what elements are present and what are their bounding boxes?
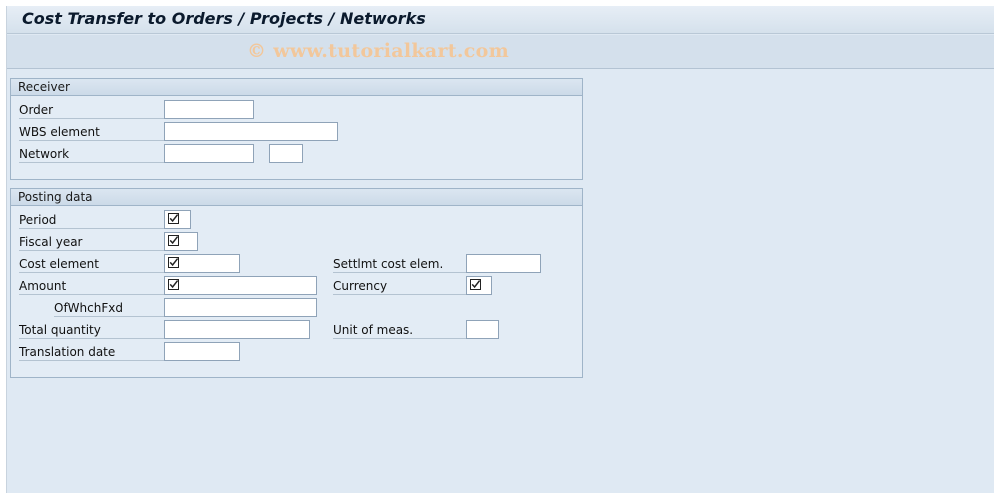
fiscal-year-label: Fiscal year xyxy=(19,233,164,251)
cost-element-label: Cost element xyxy=(19,255,164,273)
amount-input[interactable] xyxy=(164,276,317,295)
settlement-cost-element-label: Settlmt cost elem. xyxy=(333,255,466,273)
posting-data-group: Posting data Period Fiscal year Cost ele… xyxy=(10,188,583,378)
unit-of-measure-label: Unit of meas. xyxy=(333,321,466,339)
settlement-cost-element-input[interactable] xyxy=(466,254,541,273)
wbs-element-label: WBS element xyxy=(19,123,164,141)
currency-label: Currency xyxy=(333,277,466,295)
network-input[interactable] xyxy=(164,144,254,163)
amount-label: Amount xyxy=(19,277,164,295)
receiver-group-title: Receiver xyxy=(18,80,70,94)
total-quantity-input[interactable] xyxy=(164,320,310,339)
watermark: © www.tutorialkart.com xyxy=(247,40,510,62)
required-checkbox-icon xyxy=(168,257,179,268)
wbs-element-input[interactable] xyxy=(164,122,338,141)
of-which-fixed-label: OfWhchFxd xyxy=(54,299,164,317)
receiver-group-header: Receiver xyxy=(11,79,582,96)
posting-data-group-header: Posting data xyxy=(11,189,582,206)
required-checkbox-icon xyxy=(168,279,179,290)
currency-input[interactable] xyxy=(466,276,492,295)
network-label: Network xyxy=(19,145,164,163)
period-label: Period xyxy=(19,211,164,229)
order-label: Order xyxy=(19,101,164,119)
fiscal-year-input[interactable] xyxy=(164,232,198,251)
receiver-group: Receiver Order WBS element Network xyxy=(10,78,583,180)
translation-date-input[interactable] xyxy=(164,342,240,361)
required-checkbox-icon xyxy=(168,235,179,246)
required-checkbox-icon xyxy=(470,279,481,290)
posting-data-group-title: Posting data xyxy=(18,190,93,204)
sap-screen: Cost Transfer to Orders / Projects / Net… xyxy=(6,6,994,493)
required-checkbox-icon xyxy=(168,213,179,224)
order-input[interactable] xyxy=(164,100,254,119)
cost-element-input[interactable] xyxy=(164,254,240,273)
network-activity-input[interactable] xyxy=(269,144,303,163)
page-title: Cost Transfer to Orders / Projects / Net… xyxy=(22,9,426,28)
application-toolbar: © www.tutorialkart.com xyxy=(7,35,994,69)
unit-of-measure-input[interactable] xyxy=(466,320,499,339)
of-which-fixed-input[interactable] xyxy=(164,298,317,317)
title-bar: Cost Transfer to Orders / Projects / Net… xyxy=(7,6,994,34)
total-quantity-label: Total quantity xyxy=(19,321,164,339)
translation-date-label: Translation date xyxy=(19,343,164,361)
period-input[interactable] xyxy=(164,210,191,229)
